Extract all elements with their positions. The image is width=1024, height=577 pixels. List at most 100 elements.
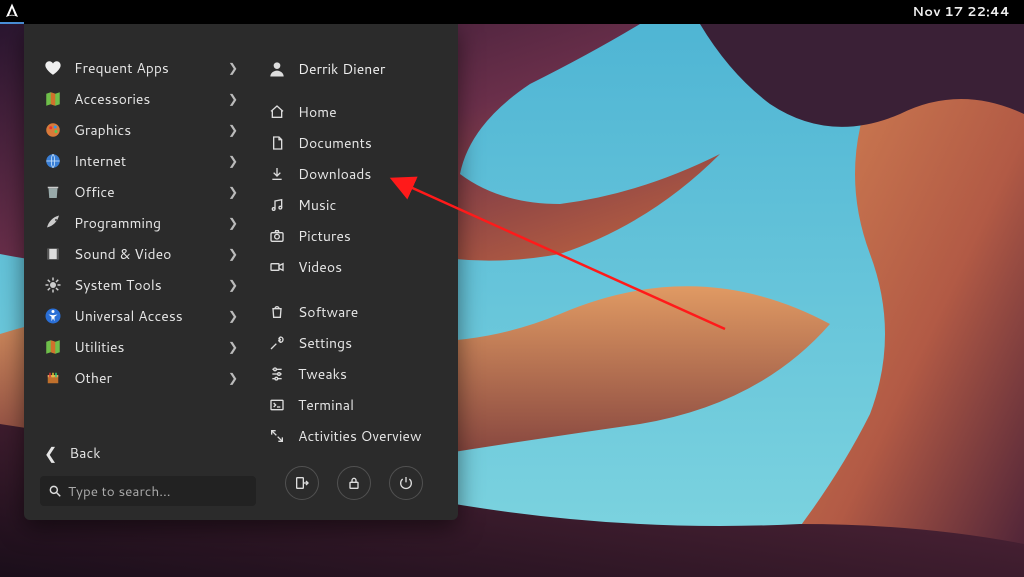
- application-menu: Frequent Apps ❯ Accessories ❯ Graphics ❯…: [24, 24, 458, 520]
- category-system-tools[interactable]: System Tools ❯: [40, 269, 244, 300]
- category-universal-access[interactable]: Universal Access ❯: [40, 300, 244, 331]
- category-label: Other: [74, 368, 228, 388]
- search-input[interactable]: [68, 482, 248, 501]
- place-music[interactable]: Music: [264, 189, 444, 220]
- category-utilities[interactable]: Utilities ❯: [40, 331, 244, 362]
- chevron-right-icon: ❯: [228, 338, 244, 355]
- download-icon: [264, 166, 290, 182]
- palette-icon: [40, 121, 66, 139]
- expand-icon: [264, 428, 290, 444]
- back-button[interactable]: ❮ Back: [40, 438, 244, 468]
- category-office[interactable]: Office ❯: [40, 176, 244, 207]
- globe-icon: [40, 152, 66, 170]
- map-icon: [40, 90, 66, 108]
- category-label: Internet: [74, 151, 228, 171]
- chevron-right-icon: ❯: [228, 121, 244, 138]
- video-icon: [264, 259, 290, 275]
- user-row[interactable]: Derrik Diener: [264, 52, 444, 86]
- chevron-right-icon: ❯: [228, 307, 244, 324]
- chevron-right-icon: ❯: [228, 152, 244, 169]
- terminal-icon: [264, 397, 290, 413]
- tool-label: Tweaks: [298, 364, 444, 384]
- heart-icon: [40, 59, 66, 77]
- chevron-right-icon: ❯: [228, 276, 244, 293]
- document-icon: [264, 135, 290, 151]
- arch-logo-icon: [3, 2, 21, 20]
- tool-label: Activities Overview: [298, 426, 444, 446]
- avatar-icon: [264, 59, 290, 79]
- trash-icon: [40, 183, 66, 201]
- lock-icon: [346, 475, 362, 491]
- chevron-right-icon: ❯: [228, 245, 244, 262]
- search-icon: [48, 484, 62, 498]
- tool-tweaks[interactable]: Tweaks: [264, 358, 444, 389]
- category-accessories[interactable]: Accessories ❯: [40, 83, 244, 114]
- category-label: Universal Access: [74, 306, 228, 326]
- chevron-left-icon: ❮: [44, 442, 57, 465]
- category-label: Programming: [74, 213, 228, 233]
- place-label: Downloads: [298, 164, 444, 184]
- category-label: System Tools: [74, 275, 228, 295]
- sliders-icon: [264, 366, 290, 382]
- map-icon: [40, 338, 66, 356]
- accessibility-icon: [40, 307, 66, 325]
- shopping-bag-icon: [264, 304, 290, 320]
- tool-terminal[interactable]: Terminal: [264, 389, 444, 420]
- categories-column: Frequent Apps ❯ Accessories ❯ Graphics ❯…: [24, 24, 254, 520]
- session-buttons: [264, 466, 444, 506]
- category-sound-video[interactable]: Sound & Video ❯: [40, 238, 244, 269]
- place-label: Home: [298, 102, 444, 122]
- category-label: Office: [74, 182, 228, 202]
- category-label: Frequent Apps: [74, 58, 228, 78]
- tool-settings[interactable]: Settings: [264, 327, 444, 358]
- chevron-right-icon: ❯: [228, 214, 244, 231]
- power-icon: [398, 475, 414, 491]
- home-icon: [264, 104, 290, 120]
- place-documents[interactable]: Documents: [264, 127, 444, 158]
- logout-button[interactable]: [285, 466, 319, 500]
- power-button[interactable]: [389, 466, 423, 500]
- top-panel: Nov 17 22:44: [0, 0, 1024, 24]
- place-videos[interactable]: Videos: [264, 251, 444, 282]
- category-frequent-apps[interactable]: Frequent Apps ❯: [40, 52, 244, 83]
- box-icon: [40, 369, 66, 387]
- category-graphics[interactable]: Graphics ❯: [40, 114, 244, 145]
- tool-label: Software: [298, 302, 444, 322]
- category-other[interactable]: Other ❯: [40, 362, 244, 393]
- tool-label: Settings: [298, 333, 444, 353]
- category-programming[interactable]: Programming ❯: [40, 207, 244, 238]
- category-label: Graphics: [74, 120, 228, 140]
- music-icon: [264, 197, 290, 213]
- film-icon: [40, 245, 66, 263]
- user-name: Derrik Diener: [298, 59, 385, 79]
- tool-activities-overview[interactable]: Activities Overview: [264, 420, 444, 451]
- chevron-right-icon: ❯: [228, 90, 244, 107]
- gear-icon: [40, 276, 66, 294]
- activities-button[interactable]: [0, 0, 24, 24]
- chevron-right-icon: ❯: [228, 369, 244, 386]
- camera-icon: [264, 228, 290, 244]
- place-home[interactable]: Home: [264, 96, 444, 127]
- tool-software[interactable]: Software: [264, 296, 444, 327]
- place-label: Pictures: [298, 226, 444, 246]
- chevron-right-icon: ❯: [228, 59, 244, 76]
- wrench-icon: [264, 335, 290, 351]
- tool-label: Terminal: [298, 395, 444, 415]
- category-label: Sound & Video: [74, 244, 228, 264]
- search-box[interactable]: [40, 476, 256, 506]
- category-internet[interactable]: Internet ❯: [40, 145, 244, 176]
- lock-button[interactable]: [337, 466, 371, 500]
- place-label: Documents: [298, 133, 444, 153]
- logout-icon: [294, 475, 310, 491]
- category-label: Utilities: [74, 337, 228, 357]
- back-label: Back: [69, 443, 100, 463]
- place-label: Music: [298, 195, 444, 215]
- place-label: Videos: [298, 257, 444, 277]
- rocket-icon: [40, 214, 66, 232]
- place-pictures[interactable]: Pictures: [264, 220, 444, 251]
- chevron-right-icon: ❯: [228, 183, 244, 200]
- clock[interactable]: Nov 17 22:44: [912, 3, 1024, 21]
- places-column: Derrik Diener Home Documents Downloads M: [254, 24, 458, 520]
- place-downloads[interactable]: Downloads: [264, 158, 444, 189]
- category-label: Accessories: [74, 89, 228, 109]
